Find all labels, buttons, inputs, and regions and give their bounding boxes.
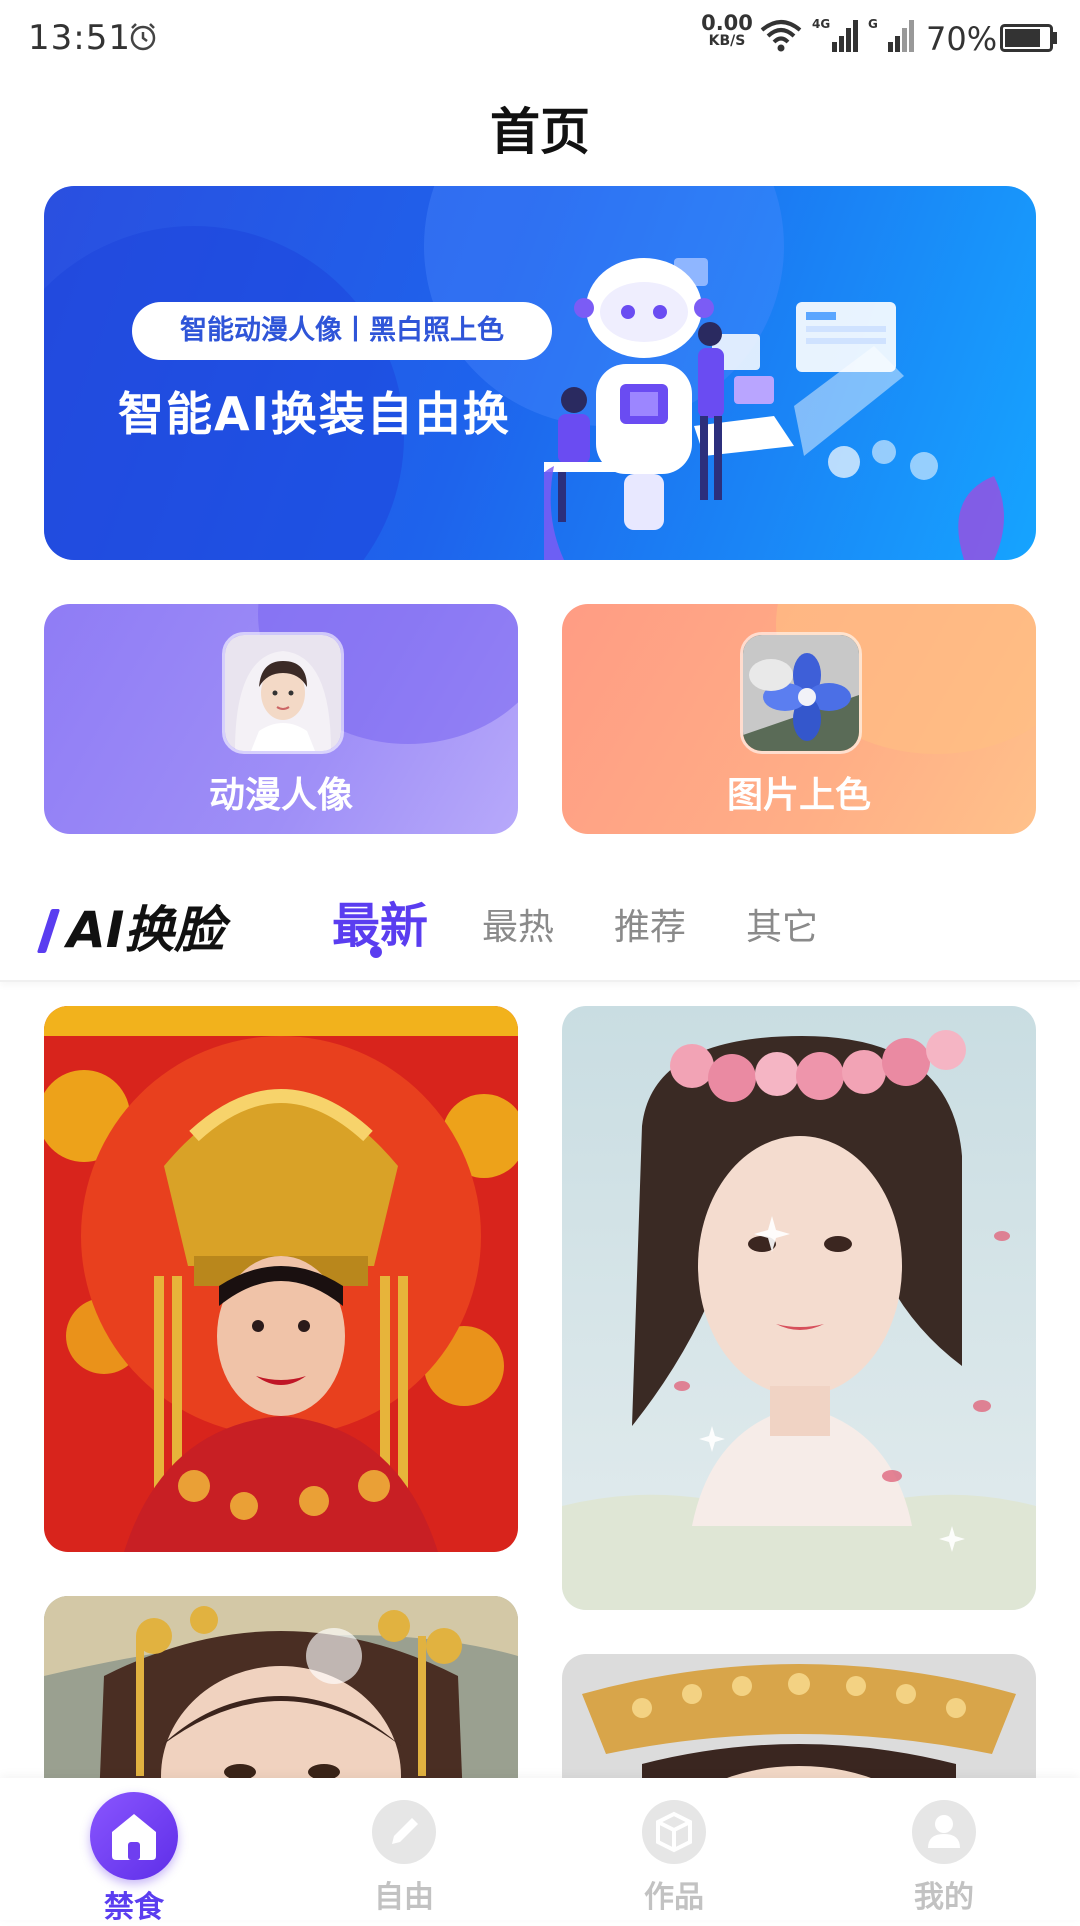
wifi-icon <box>760 20 802 52</box>
tab-latest[interactable]: 最新 <box>332 886 428 956</box>
photo-colorize-card[interactable]: 图片上色 <box>562 604 1036 834</box>
face-swap-tabbar: AI换脸 最新 最热 推荐 其它 <box>0 870 1080 982</box>
robot-illustration <box>544 258 1004 560</box>
photo-colorize-label: 图片上色 <box>726 775 871 816</box>
tab-other[interactable]: 其它 <box>746 898 818 950</box>
signal-icon: 4G <box>812 17 858 52</box>
alarm-icon <box>130 23 156 51</box>
active-tab-indicator <box>370 946 382 958</box>
anime-portrait-card[interactable]: 动漫人像 <box>44 604 518 834</box>
battery-icon <box>1000 24 1057 52</box>
banner-headline: 智能AI换装自由换 <box>118 387 511 441</box>
user-icon <box>912 1800 976 1864</box>
anime-portrait-label: 动漫人像 <box>208 775 353 816</box>
template-card-flower-crown[interactable] <box>562 1006 1036 1610</box>
nav-item-works[interactable]: 作品 <box>594 1778 754 1920</box>
network-speed: 0.00 KB/S <box>701 11 753 50</box>
template-card-bride[interactable] <box>44 1006 518 1552</box>
cube-icon <box>642 1800 706 1864</box>
nav-label-works: 作品 <box>644 1880 704 1915</box>
svg-text:G: G <box>868 17 878 31</box>
section-title: AI换脸 <box>36 890 224 962</box>
network-type-label: 4G <box>812 17 830 31</box>
tab-hottest[interactable]: 最热 <box>482 898 554 950</box>
battery-percent: 70% <box>926 20 998 58</box>
tab-recommended[interactable]: 推荐 <box>614 898 686 950</box>
pencil-icon <box>372 1800 436 1864</box>
nav-item-mine[interactable]: 我的 <box>864 1778 1024 1920</box>
home-icon <box>90 1792 178 1880</box>
nav-item-home[interactable]: 禁食 <box>54 1778 214 1925</box>
status-bar: 13:51 0.00 KB/S 4G G 70% <box>0 0 1080 80</box>
anime-portrait-thumbnail <box>222 632 344 754</box>
banner-tagline: 智能动漫人像丨黑白照上色 <box>132 302 552 360</box>
status-time: 13:51 <box>28 18 131 58</box>
nav-label-free: 自由 <box>374 1880 434 1915</box>
photo-colorize-thumbnail <box>740 632 862 754</box>
nav-item-free[interactable]: 自由 <box>324 1778 484 1920</box>
signal-2-icon: G <box>868 17 914 52</box>
bottom-navigation: 禁食 自由 作品 我的 <box>0 1778 1080 1925</box>
nav-label-home: 禁食 <box>104 1890 164 1925</box>
nav-label-mine: 我的 <box>914 1880 974 1915</box>
page-title: 首页 <box>490 103 590 161</box>
promo-banner[interactable]: 智能动漫人像丨黑白照上色 智能AI换装自由换 <box>44 186 1036 560</box>
